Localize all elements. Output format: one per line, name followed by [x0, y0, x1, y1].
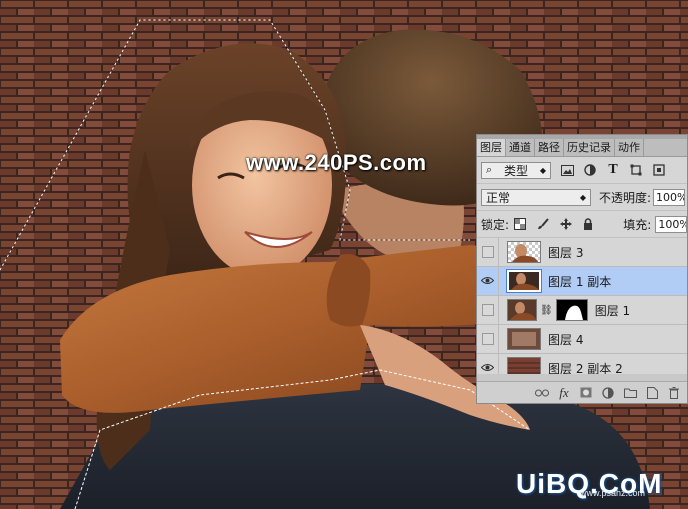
type-filter-icon[interactable]: T — [606, 162, 620, 177]
blend-mode-label: 正常 — [486, 190, 511, 205]
layer-thumbnail — [506, 269, 542, 293]
blend-row: 正常 ◆ 不透明度: 100% — [477, 184, 687, 211]
lock-icon[interactable] — [581, 217, 595, 231]
filter-row: ⌕ 类型 ◆ T — [477, 157, 687, 184]
brush-icon[interactable] — [536, 217, 550, 231]
lock-row: 锁定: 填充: 100% — [477, 211, 687, 238]
visibility-toggle[interactable] — [477, 295, 499, 325]
link-icon[interactable] — [531, 385, 553, 401]
eye-icon — [480, 274, 495, 288]
tab-channels[interactable]: 通道 — [506, 139, 535, 156]
hidden-box-icon — [481, 246, 494, 258]
layer-name[interactable]: 图层 1 副本 — [548, 273, 611, 290]
layers-panel: 图层 通道 路径 历史记录 动作 ⌕ 类型 ◆ T 正常 ◆ 不透明度: 100… — [476, 134, 688, 404]
new-layer-icon[interactable] — [641, 385, 663, 401]
mask-icon[interactable] — [575, 385, 597, 401]
layer-row[interactable]: ⛓ 图层 1 — [477, 295, 687, 325]
layer-thumbnail — [507, 241, 541, 263]
adjustment-layer-icon[interactable] — [597, 385, 619, 401]
hidden-box-icon — [481, 333, 494, 345]
lock-transparent-icon[interactable] — [513, 217, 527, 231]
smart-object-filter-icon[interactable] — [652, 163, 666, 177]
lock-label: 锁定: — [481, 217, 510, 232]
tab-layers[interactable]: 图层 — [477, 139, 506, 156]
updown-arrow-icon: ◆ — [579, 192, 586, 202]
opacity-field[interactable]: 100% — [653, 188, 686, 206]
fill-label: 填充: — [623, 217, 652, 232]
fx-icon[interactable]: fx — [553, 385, 575, 401]
search-icon: ⌕ — [486, 163, 493, 176]
visibility-toggle[interactable] — [477, 237, 499, 267]
panel-tabs: 图层 通道 路径 历史记录 动作 — [477, 139, 687, 157]
adjustment-filter-icon[interactable] — [583, 163, 597, 177]
panel-bottom-bar: fx — [477, 381, 687, 403]
layer-list: 图层 3 图层 1 副本 ⛓ 图层 1 图层 4 图层 2 副本 2 — [477, 237, 687, 383]
layer-name[interactable]: 图层 3 — [548, 244, 583, 261]
shape-filter-icon[interactable] — [629, 163, 643, 177]
filter-kind-label: 类型 — [504, 163, 529, 178]
mask-thumbnail[interactable] — [555, 299, 588, 321]
filter-kind-select[interactable]: ⌕ 类型 ◆ — [481, 161, 551, 179]
eye-icon — [480, 361, 495, 375]
layer-thumbnail — [507, 328, 541, 350]
visibility-toggle[interactable] — [477, 324, 499, 354]
fill-field[interactable]: 100% — [655, 215, 687, 233]
blend-mode-select[interactable]: 正常 ◆ — [481, 188, 591, 206]
layer-name[interactable]: 图层 4 — [548, 331, 583, 348]
move-icon[interactable] — [559, 217, 573, 231]
layer-row[interactable]: 图层 1 副本 — [477, 266, 687, 296]
tab-paths[interactable]: 路径 — [535, 139, 564, 156]
image-filter-icon[interactable] — [560, 163, 574, 177]
tab-actions[interactable]: 动作 — [615, 139, 644, 156]
layer-row[interactable]: 图层 4 — [477, 324, 687, 354]
tab-history[interactable]: 历史记录 — [564, 139, 615, 156]
horizontal-scrollbar[interactable] — [477, 374, 687, 381]
trash-icon[interactable] — [663, 385, 685, 401]
link-icon[interactable]: ⛓ — [540, 305, 553, 316]
layer-row[interactable]: 图层 3 — [477, 237, 687, 267]
visibility-toggle[interactable] — [477, 266, 499, 296]
layer-name[interactable]: 图层 1 — [595, 302, 630, 319]
watermark-bottom-small: www.psahz.com — [580, 488, 646, 498]
folder-icon[interactable] — [619, 385, 641, 401]
layer-thumbnail — [507, 299, 537, 321]
opacity-label: 不透明度: — [599, 190, 652, 205]
watermark-top: www.240PS.com — [246, 150, 427, 175]
updown-arrow-icon: ◆ — [539, 165, 546, 175]
hidden-box-icon — [481, 304, 494, 316]
